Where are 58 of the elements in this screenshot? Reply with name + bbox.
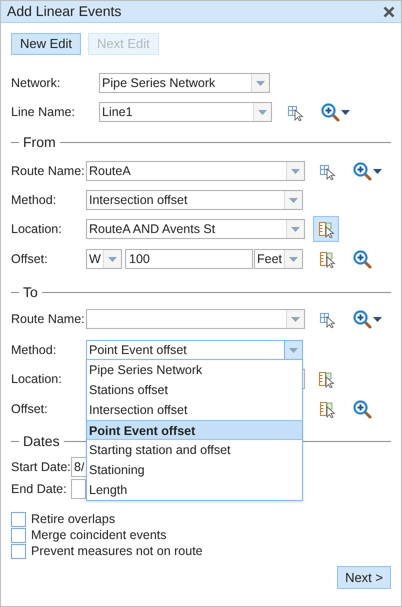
field-label: Route Name: [11,162,86,180]
field-label: Location: [11,370,63,388]
window-title: Add Linear Events [7,2,122,21]
zoom-in-icon[interactable] [353,162,372,180]
checkbox[interactable] [11,528,26,542]
checkbox-label: Retire overlaps [31,510,116,528]
table-cursor-icon[interactable] [319,310,336,328]
checkbox-label: Merge coincident events [31,526,166,544]
section-legend: Dates [19,430,64,452]
dropdown-option[interactable]: Starting station and offset [87,440,302,460]
dropdown-option[interactable]: Stationing [87,460,302,480]
edit-button[interactable]: New Edit [11,33,82,55]
caret-icon[interactable] [373,316,382,322]
field-label: Location: [11,220,63,238]
dropdown-option[interactable]: Intersection offset [87,400,302,420]
pick-location-button[interactable] [313,216,339,242]
close-icon[interactable] [383,6,395,18]
zoom-in-icon[interactable] [353,310,372,328]
ruler-cursor-icon[interactable] [318,220,334,238]
field-label: Offset: [11,250,49,268]
caret-icon[interactable] [341,110,350,114]
caret-icon[interactable] [373,168,382,174]
field-label: Route Name: [11,310,86,328]
dropdown[interactable]: RouteA AND Avents St [86,219,305,239]
dropdown[interactable]: Intersection offset [86,190,303,210]
field-label: Start Date: [11,458,71,476]
zoom-in-icon[interactable] [353,250,372,268]
dropdown-option[interactable]: Stations offset [87,380,302,400]
checkbox[interactable] [11,544,26,558]
field-label: Method: [11,192,58,209]
field-label: Offset: [11,400,49,418]
checkbox[interactable] [11,512,26,526]
dropdown-option[interactable]: Pipe Series Network [87,360,302,380]
zoom-in-icon[interactable] [321,102,340,122]
distance-field[interactable]: 100 [125,249,253,269]
table-cursor-icon[interactable] [287,104,304,120]
section-legend: From [19,132,60,152]
dropdown[interactable]: W [86,249,122,269]
dropdown-option[interactable]: Length [87,480,302,500]
dropdown[interactable]: RouteA [86,161,305,181]
table-cursor-icon[interactable] [319,162,336,180]
field-label: Line Name: [11,104,76,121]
ruler-cursor-icon[interactable] [318,370,334,388]
dropdown-option[interactable]: Point Event offset [87,420,302,440]
zoom-in-icon[interactable] [353,400,372,418]
checkbox-label: Prevent measures not on route [31,542,203,560]
section-legend: To [19,282,42,302]
next-button[interactable]: Next > [337,566,391,589]
dropdown[interactable]: Line1 [99,102,272,122]
field-label: End Date: [11,480,68,498]
date-field[interactable]: 8/ [71,457,87,477]
field-label: Method: [11,342,58,359]
ruler-cursor-icon[interactable] [319,400,336,418]
date-field[interactable] [71,479,86,499]
ruler-cursor-icon[interactable] [319,250,336,268]
dropdown[interactable]: Pipe Series Network [99,73,270,93]
dropdown[interactable]: Feet [254,249,303,269]
field-label: Network: [11,74,62,92]
